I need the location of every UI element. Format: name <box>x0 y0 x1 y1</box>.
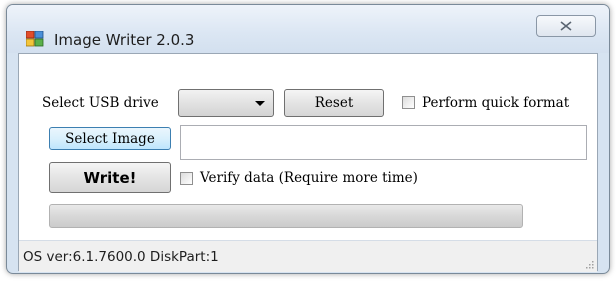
image-writer-app-icon <box>26 31 44 47</box>
close-button[interactable] <box>536 15 596 37</box>
status-bar: OS ver:6.1.7600.0 DiskPart:1 <box>19 240 597 272</box>
status-text: OS ver:6.1.7600.0 DiskPart:1 <box>23 249 219 265</box>
title-bar[interactable]: Image Writer 2.0.3 <box>7 5 609 53</box>
usb-drive-label: Select USB drive <box>42 95 159 111</box>
write-progress-bar <box>49 204 523 228</box>
window-title: Image Writer 2.0.3 <box>54 31 195 49</box>
select-image-button[interactable]: Select Image <box>49 127 171 150</box>
client-area: Select USB drive Reset Perform quick for… <box>18 53 598 272</box>
app-window: Image Writer 2.0.3 Select USB drive Rese… <box>6 4 610 274</box>
verify-data-checkbox[interactable] <box>180 172 193 185</box>
close-icon <box>560 21 572 31</box>
verify-data-label: Verify data (Require more time) <box>200 170 418 186</box>
write-button[interactable]: Write! <box>49 162 171 193</box>
quick-format-checkbox[interactable] <box>402 96 415 109</box>
quick-format-label: Perform quick format <box>422 95 570 111</box>
reset-button[interactable]: Reset <box>284 89 384 117</box>
image-path-field[interactable] <box>180 125 587 160</box>
chevron-down-icon <box>255 101 265 106</box>
resize-grip-icon[interactable] <box>584 259 594 269</box>
usb-drive-select[interactable] <box>178 89 274 117</box>
